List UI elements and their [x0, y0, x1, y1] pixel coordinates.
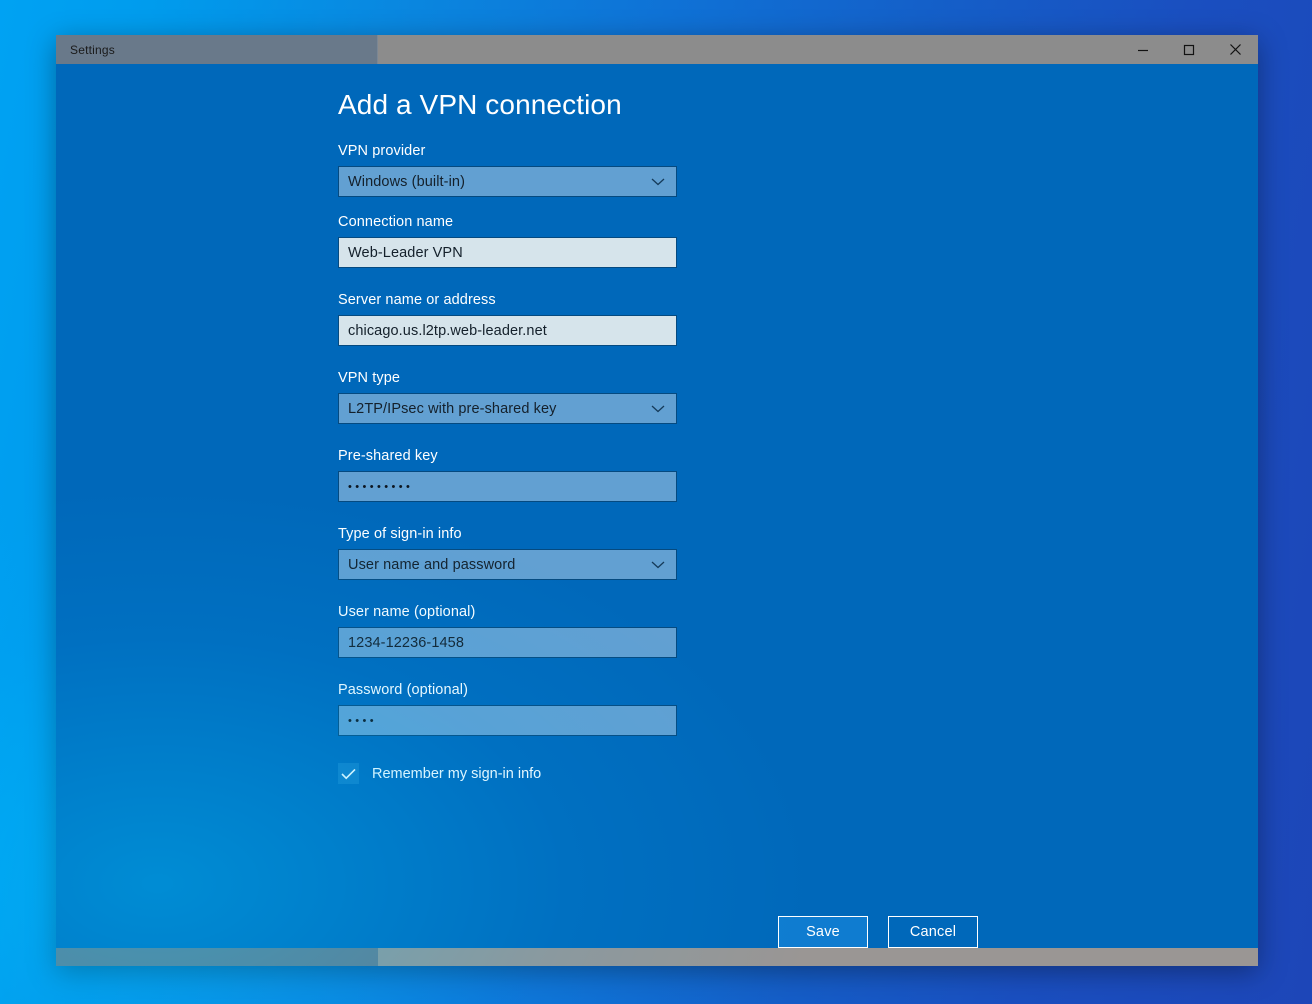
window-title: Settings [70, 42, 115, 57]
sign-in-type-value: User name and password [348, 556, 516, 573]
window-body: Add a VPN connection VPN provider Window… [56, 64, 1258, 948]
bottom-bar-left [56, 948, 378, 966]
label-sign-in-type: Type of sign-in info [338, 526, 462, 542]
close-icon [1229, 43, 1242, 56]
minimize-icon [1137, 44, 1149, 56]
close-button[interactable] [1212, 35, 1258, 64]
titlebar-left-region[interactable]: Settings [56, 35, 378, 64]
page-title: Add a VPN connection [338, 89, 622, 120]
checkmark-icon [341, 768, 356, 780]
field-pre-shared-key: Pre-shared key ••••••••• [338, 448, 1038, 502]
field-vpn-type: VPN type L2TP/IPsec with pre-shared key [338, 370, 1038, 424]
label-user-name: User name (optional) [338, 604, 476, 620]
window-bottom-bar [56, 948, 1258, 966]
user-name-input[interactable]: 1234-12236-1458 [338, 627, 677, 658]
chevron-down-icon [651, 404, 665, 413]
cancel-button[interactable]: Cancel [888, 916, 978, 948]
pre-shared-key-value: ••••••••• [348, 480, 414, 493]
window-controls [1120, 35, 1258, 64]
password-input[interactable]: •••• [338, 705, 677, 736]
remember-sign-in-row[interactable]: Remember my sign-in info [338, 763, 1038, 784]
field-server-name: Server name or address chicago.us.l2tp.w… [338, 292, 1038, 346]
settings-window: Settings Add a VPN connection VPN provid… [56, 35, 1258, 966]
vpn-type-value: L2TP/IPsec with pre-shared key [348, 400, 557, 417]
field-sign-in-type: Type of sign-in info User name and passw… [338, 526, 1038, 580]
remember-sign-in-label: Remember my sign-in info [372, 765, 542, 782]
chevron-down-icon [651, 560, 665, 569]
sign-in-type-select[interactable]: User name and password [338, 549, 677, 580]
pre-shared-key-input[interactable]: ••••••••• [338, 471, 677, 502]
field-password: Password (optional) •••• [338, 682, 1038, 736]
desktop-wallpaper: Settings Add a VPN connection VPN provid… [0, 0, 1312, 1004]
label-password: Password (optional) [338, 682, 469, 698]
label-connection-name: Connection name [338, 214, 454, 230]
user-name-value: 1234-12236-1458 [348, 634, 464, 651]
remember-sign-in-checkbox[interactable] [338, 763, 359, 784]
chevron-down-icon [651, 177, 665, 186]
label-vpn-provider: VPN provider [338, 143, 426, 159]
label-server-name: Server name or address [338, 292, 496, 308]
field-user-name: User name (optional) 1234-12236-1458 [338, 604, 1038, 658]
window-titlebar[interactable]: Settings [56, 35, 1258, 64]
form-actions: Save Cancel [778, 916, 978, 948]
server-name-value: chicago.us.l2tp.web-leader.net [348, 322, 547, 339]
label-pre-shared-key: Pre-shared key [338, 448, 438, 464]
field-connection-name: Connection name Web-Leader VPN [338, 214, 1038, 268]
minimize-button[interactable] [1120, 35, 1166, 64]
maximize-button[interactable] [1166, 35, 1212, 64]
password-value: •••• [348, 714, 378, 727]
titlebar-drag-region[interactable] [378, 35, 1120, 64]
connection-name-value: Web-Leader VPN [348, 244, 463, 261]
save-button[interactable]: Save [778, 916, 868, 948]
maximize-icon [1183, 44, 1195, 56]
vpn-form: Add a VPN connection VPN provider Window… [338, 89, 1038, 784]
vpn-provider-value: Windows (built-in) [348, 173, 466, 190]
label-vpn-type: VPN type [338, 370, 401, 386]
server-name-input[interactable]: chicago.us.l2tp.web-leader.net [338, 315, 677, 346]
connection-name-input[interactable]: Web-Leader VPN [338, 237, 677, 268]
vpn-provider-select[interactable]: Windows (built-in) [338, 166, 677, 197]
field-vpn-provider: VPN provider Windows (built-in) [338, 143, 1038, 197]
bottom-bar-right [378, 948, 1258, 966]
vpn-type-select[interactable]: L2TP/IPsec with pre-shared key [338, 393, 677, 424]
